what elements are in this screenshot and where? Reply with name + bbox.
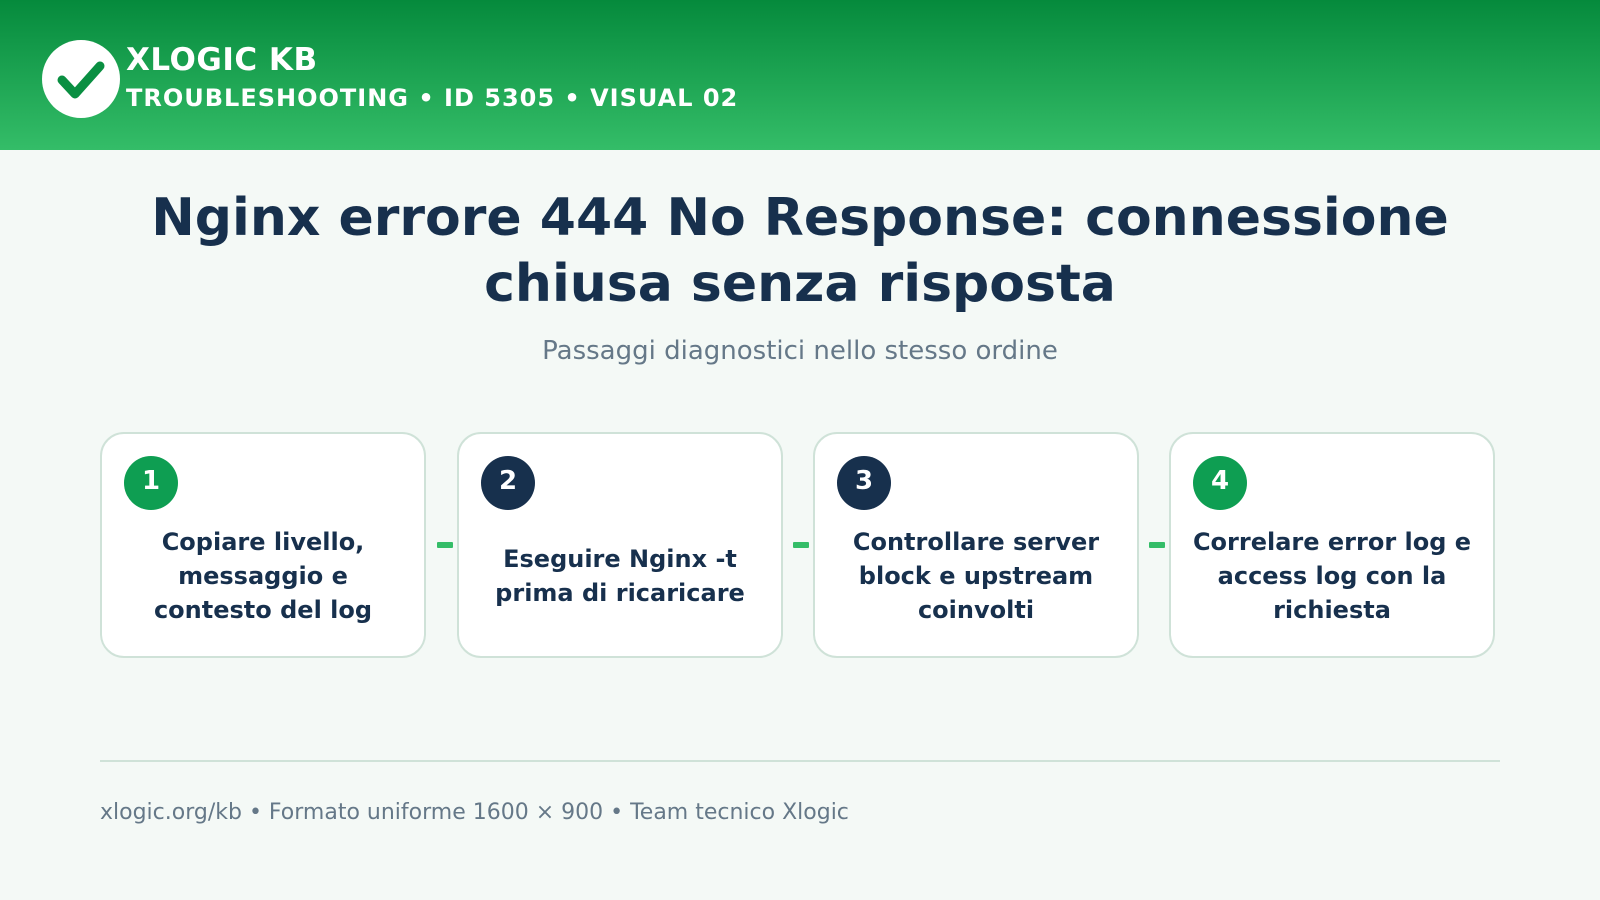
step-connector <box>1149 542 1165 548</box>
footer-text: xlogic.org/kb • Formato uniforme 1600 × … <box>100 800 849 825</box>
step-connector <box>437 542 453 548</box>
checkmark-icon-svg <box>57 61 105 99</box>
step-text: Controllare server block e upstream coin… <box>852 528 1100 624</box>
step-card-4: 4 Correlare error log e access log con l… <box>1169 432 1495 658</box>
checkmark-icon <box>42 40 120 118</box>
step-card-2: 2 Eseguire Nginx -t prima di ricaricare <box>457 432 783 658</box>
page-subtitle: Passaggi diagnostici nello stesso ordine <box>542 336 1058 366</box>
page: XLOGIC KB TROUBLESHOOTING • ID 5305 • VI… <box>0 0 1600 900</box>
brand-name: XLOGIC KB <box>126 42 318 78</box>
step-card-1: 1 Copiare livello, messaggio e contesto … <box>100 432 426 658</box>
page-title: Nginx errore 444 No Response: connession… <box>151 188 1449 314</box>
step-number-badge: 3 <box>837 456 891 510</box>
footer-divider <box>100 760 1500 762</box>
step-text: Copiare livello, messaggio e contesto de… <box>153 528 373 624</box>
brand-subtitle: TROUBLESHOOTING • ID 5305 • VISUAL 02 <box>126 84 739 112</box>
step-number-badge: 2 <box>481 456 535 510</box>
step-number-badge: 1 <box>124 456 178 510</box>
step-text: Correlare error log e access log con la … <box>1192 528 1472 624</box>
step-connector <box>793 542 809 548</box>
step-number-badge: 4 <box>1193 456 1247 510</box>
step-card-3: 3 Controllare server block e upstream co… <box>813 432 1139 658</box>
header-banner: XLOGIC KB TROUBLESHOOTING • ID 5305 • VI… <box>0 0 1600 150</box>
step-text: Eseguire Nginx -t prima di ricaricare <box>495 545 745 607</box>
